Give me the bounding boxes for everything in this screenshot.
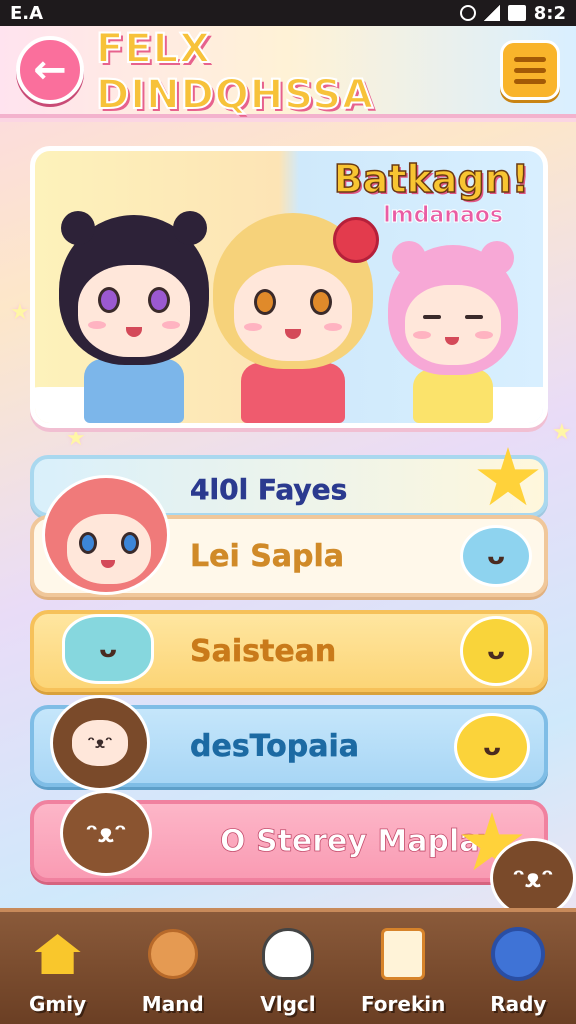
nav-item-home[interactable]: Gmiy: [8, 924, 108, 1016]
app-title: FELX DINDQHSSA: [95, 25, 375, 119]
sparkle-icon: ★: [10, 300, 30, 325]
alarm-icon: [459, 5, 476, 21]
signal-icon: [483, 5, 500, 21]
nav-item-mand[interactable]: Mand: [123, 924, 223, 1016]
nav-label: Rady: [490, 992, 547, 1016]
sparkle-icon: ★: [66, 426, 86, 451]
sparkle-icon: ★: [552, 420, 572, 445]
app-header: ← FELX DINDQHSSA: [0, 25, 576, 119]
menu-line-icon: [514, 78, 546, 84]
character-dark-hair: [49, 211, 219, 423]
status-time: 8:2: [533, 2, 566, 24]
yellow-cat-icon: ᴗ: [460, 616, 532, 686]
menu-item-2[interactable]: Lei Sapla ᴗ: [30, 475, 548, 597]
search-icon: [491, 927, 546, 981]
character-blonde-hair: [203, 213, 383, 423]
hamburger-menu-button[interactable]: [500, 40, 560, 100]
menu-item-5[interactable]: ᵔᴥᵔ O Sterey Maplay: [30, 790, 548, 882]
peeking-bear-icon: ᵔᴥᵔ: [490, 838, 576, 918]
hero-banner[interactable]: Batkagn! lmdanaos: [30, 146, 548, 428]
nav-label: Vlgcl: [260, 992, 316, 1016]
home-icon: [34, 934, 81, 974]
status-icons: 8:2: [459, 2, 566, 24]
status-bar: E.A 8:2: [0, 0, 576, 26]
ghost-icon: [261, 928, 314, 980]
blue-cat-icon: ᴗ: [460, 525, 532, 587]
status-left-text: E.A: [10, 2, 44, 24]
menu-item-label: desTopaia: [190, 729, 360, 765]
nav-label: Mand: [141, 992, 204, 1016]
battery-icon: [507, 5, 526, 21]
nav-label: Forekin: [360, 992, 446, 1016]
brown-bear-avatar: ᵔᴥᵔ: [50, 695, 150, 791]
hero-subtitle: lmdanaos: [383, 203, 504, 229]
menu-line-icon: [514, 67, 546, 73]
bottom-navigation: Gmiy Mand Vlgcl Forekin Rady: [0, 908, 576, 1024]
orange-cat-icon: ᴗ: [454, 713, 530, 781]
nav-label: Gmiy: [29, 992, 87, 1016]
nav-item-vlgcl[interactable]: Vlgcl: [238, 924, 338, 1016]
menu-item-label: Saistean: [190, 634, 337, 670]
menu-item-label: Lei Sapla: [190, 539, 345, 575]
menu-line-icon: [514, 56, 546, 62]
back-button[interactable]: ←: [16, 36, 84, 104]
star-mascot-icon: [477, 447, 539, 506]
back-arrow-icon: ←: [33, 47, 67, 93]
character-pink-hair: [383, 241, 523, 423]
hero-title: Batkagn!: [333, 156, 530, 202]
menu-item-label: O Sterey Maplay: [220, 824, 499, 860]
nav-item-forekin[interactable]: Forekin: [353, 924, 453, 1016]
document-icon: [381, 928, 426, 980]
menu-item-4[interactable]: ᵔᴥᵔ desTopaia ᴗ: [30, 695, 548, 791]
menu-item-3[interactable]: ᴗ Saistean ᴗ: [30, 610, 548, 692]
menu-item-label: 4l0l Fayes: [190, 473, 348, 507]
nav-item-rady[interactable]: Rady: [468, 924, 568, 1016]
teal-cat-icon: ᴗ: [62, 614, 154, 684]
brown-puppy-avatar: ᵔᴥᵔ: [60, 790, 152, 876]
red-hair-girl-avatar: [42, 475, 170, 595]
teddy-bear-icon: [147, 929, 198, 979]
